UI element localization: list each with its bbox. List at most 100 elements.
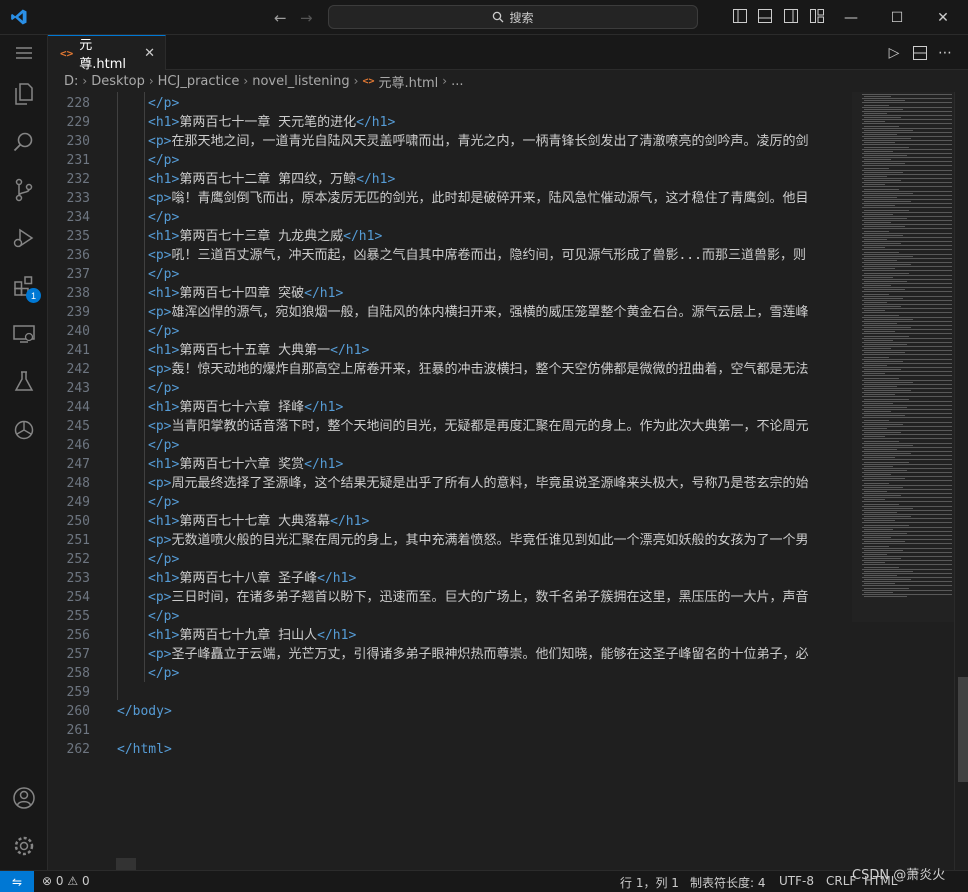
customize-layout-icon[interactable] [810, 9, 824, 23]
code-line[interactable]: 259 [48, 683, 848, 702]
minimize-button[interactable]: — [828, 0, 874, 35]
code-line[interactable]: 244 <h1>第两百七十六章 择峰</h1> [48, 398, 848, 417]
html-tag-token: </h1> [317, 628, 357, 643]
minimap-line [864, 520, 895, 522]
minimap-line [864, 411, 891, 413]
code-line[interactable]: 253 <h1>第两百七十八章 圣子峰</h1> [48, 569, 848, 588]
html-tag-token: <h1> [148, 115, 180, 130]
minimap-line [864, 175, 887, 177]
code-editor[interactable]: 228 </p> 229 <h1>第两百七十一章 天元笔的进化</h1> 230 <p>在… [48, 92, 968, 870]
code-line[interactable]: 242 <p>轰！惊天动地的爆炸自那高空上席卷开来，狂暴的冲击波横扫，整个天空仿佛… [48, 360, 848, 379]
html-tag-token: <p> [148, 305, 172, 320]
code-line[interactable]: 229 <h1>第两百七十一章 天元笔的进化</h1> [48, 113, 848, 132]
explorer-icon[interactable] [0, 70, 48, 118]
code-line[interactable]: 249 </p> [48, 493, 848, 512]
code-line[interactable]: 241 <h1>第两百七十五章 大典第一</h1> [48, 341, 848, 360]
code-line[interactable]: 228 </p> [48, 94, 848, 113]
forward-arrow-icon[interactable]: → [300, 9, 313, 27]
more-actions-icon[interactable]: ⋯ [937, 45, 953, 61]
breadcrumb-item[interactable]: D: [64, 74, 78, 89]
cursor-position[interactable]: 行 1，列 1 [620, 874, 679, 891]
extensions-icon[interactable]: 1 [0, 262, 48, 310]
tab-yuanzun-html[interactable]: <> 元尊.html ✕ [48, 35, 166, 72]
code-line[interactable]: 231 </p> [48, 151, 848, 170]
command-search-box[interactable]: 搜索 [328, 5, 698, 29]
minimap-line [862, 396, 952, 398]
code-line[interactable]: 258 </p> [48, 664, 848, 683]
vertical-scrollbar[interactable] [954, 92, 968, 870]
minimap-line [862, 224, 952, 226]
remote-explorer-icon[interactable] [0, 310, 48, 358]
minimap-line [862, 572, 952, 574]
code-line[interactable]: 239 <p>雄浑凶悍的源气，宛如狼烟一般，自陆风的体内横扫开来，强横的威压笼罩整… [48, 303, 848, 322]
source-control-icon[interactable] [0, 166, 48, 214]
line-number: 262 [66, 742, 90, 757]
run-icon[interactable]: ▷ [886, 45, 902, 61]
code-content: <p>在那天地之间，一道青光自陆风天灵盖呼啸而出，青光之内，一柄青锋长剑发出了清… [117, 132, 848, 151]
breadcrumb-item[interactable]: HCJ_practice [158, 74, 240, 89]
breadcrumb-item[interactable]: ... [451, 74, 463, 89]
code-line[interactable]: 243 </p> [48, 379, 848, 398]
split-editor-icon[interactable] [912, 45, 928, 61]
code-line[interactable]: 248 <p>周元最终选择了圣源峰，这个结果无疑是出乎了所有人的意料，毕竟虽说圣源… [48, 474, 848, 493]
testing-flask-icon[interactable] [0, 358, 48, 406]
code-line[interactable]: 255 </p> [48, 607, 848, 626]
chatgpt-icon[interactable] [0, 406, 48, 454]
code-content: </p> [117, 664, 848, 683]
encoding[interactable]: UTF-8 [779, 874, 814, 888]
code-line[interactable]: 254 <p>三日时间，在诸多弟子翘首以盼下，迅速而至。巨大的广场上，数千名弟子簇… [48, 588, 848, 607]
code-line[interactable]: 236 <p>吼！三道百丈源气，冲天而起，凶暴之气自其中席卷而出，隐约间，可见源气… [48, 246, 848, 265]
toggle-panel-icon[interactable] [758, 9, 772, 23]
minimap-line [864, 553, 887, 555]
close-window-button[interactable]: ✕ [920, 0, 966, 35]
code-line[interactable]: 247 <h1>第两百七十六章 奖赏</h1> [48, 455, 848, 474]
code-line[interactable]: 237 </p> [48, 265, 848, 284]
minimap-line [862, 215, 952, 217]
maximize-button[interactable]: ☐ [874, 0, 920, 35]
code-line[interactable]: 233 <p>嗡！青鹰剑倒飞而出，原本凌厉无匹的剑光，此时却是破碎开来，陆风急忙催… [48, 189, 848, 208]
breadcrumb-item[interactable]: 元尊.html [379, 72, 439, 91]
minimap-line [864, 306, 901, 308]
code-line[interactable]: 252 </p> [48, 550, 848, 569]
minimap-line [864, 226, 905, 228]
search-view-icon[interactable] [0, 118, 48, 166]
minimap[interactable] [852, 92, 954, 622]
code-line[interactable]: 261 [48, 721, 848, 740]
code-line[interactable]: 235 <h1>第两百七十三章 九龙典之威</h1> [48, 227, 848, 246]
toggle-primary-sidebar-icon[interactable] [733, 9, 747, 23]
code-line[interactable]: 257 <p>圣子峰矗立于云端，光芒万丈，引得诸多弟子眼神炽热而尊崇。他们知晓，能… [48, 645, 848, 664]
remote-indicator-icon[interactable]: ⇋ [0, 871, 34, 892]
code-line[interactable]: 245 <p>当青阳掌教的话音落下时，整个天地间的目光，无疑都是再度汇聚在周元的身… [48, 417, 848, 436]
run-and-debug-icon[interactable] [0, 214, 48, 262]
toggle-secondary-sidebar-icon[interactable] [784, 9, 798, 23]
problems-indicator[interactable]: ⊗ 0 ⚠ 0 [42, 874, 90, 888]
code-line[interactable]: 240 </p> [48, 322, 848, 341]
minimap-line [862, 325, 952, 326]
line-number: 230 [66, 134, 90, 149]
minimap-line [864, 96, 891, 98]
minimap-line [864, 436, 885, 438]
code-line[interactable]: 234 </p> [48, 208, 848, 227]
code-line[interactable]: 260 </body> [48, 702, 848, 721]
close-tab-icon[interactable]: ✕ [144, 46, 155, 61]
code-line[interactable]: 251 <p>无数道喷火般的目光汇聚在周元的身上，其中充满着愤怒。毕竟任谁见到如此… [48, 531, 848, 550]
accounts-icon[interactable] [0, 774, 48, 822]
code-line[interactable]: 232 <h1>第两百七十二章 第四纹，万鲸</h1> [48, 170, 848, 189]
code-line[interactable]: 262 </html> [48, 740, 848, 759]
code-line[interactable]: 256 <h1>第两百七十九章 扫山人</h1> [48, 626, 848, 645]
manage-gear-icon[interactable] [0, 822, 48, 870]
tab-size[interactable]: 制表符长度: 4 [690, 874, 766, 891]
code-line[interactable]: 230 <p>在那天地之间，一道青光自陆风天灵盖呼啸而出，青光之内，一柄青锋长剑发… [48, 132, 848, 151]
horizontal-scrollbar-thumb[interactable] [116, 858, 136, 870]
text-token: 轰！惊天动地的爆炸自那高空上席卷开来，狂暴的冲击波横扫，整个天空仿佛都是微微的扭… [171, 362, 809, 377]
code-line[interactable]: 238 <h1>第两百七十四章 突破</h1> [48, 284, 848, 303]
code-content: </p> [117, 94, 848, 113]
line-number: 236 [66, 248, 90, 263]
code-line[interactable]: 246 </p> [48, 436, 848, 455]
code-line[interactable]: 250 <h1>第两百七十七章 大典落幕</h1> [48, 512, 848, 531]
back-arrow-icon[interactable]: ← [274, 9, 287, 27]
minimap-line [862, 497, 952, 499]
scrollbar-thumb[interactable] [958, 677, 968, 782]
breadcrumb-item[interactable]: Desktop [91, 74, 145, 89]
breadcrumb-item[interactable]: novel_listening [252, 74, 349, 89]
